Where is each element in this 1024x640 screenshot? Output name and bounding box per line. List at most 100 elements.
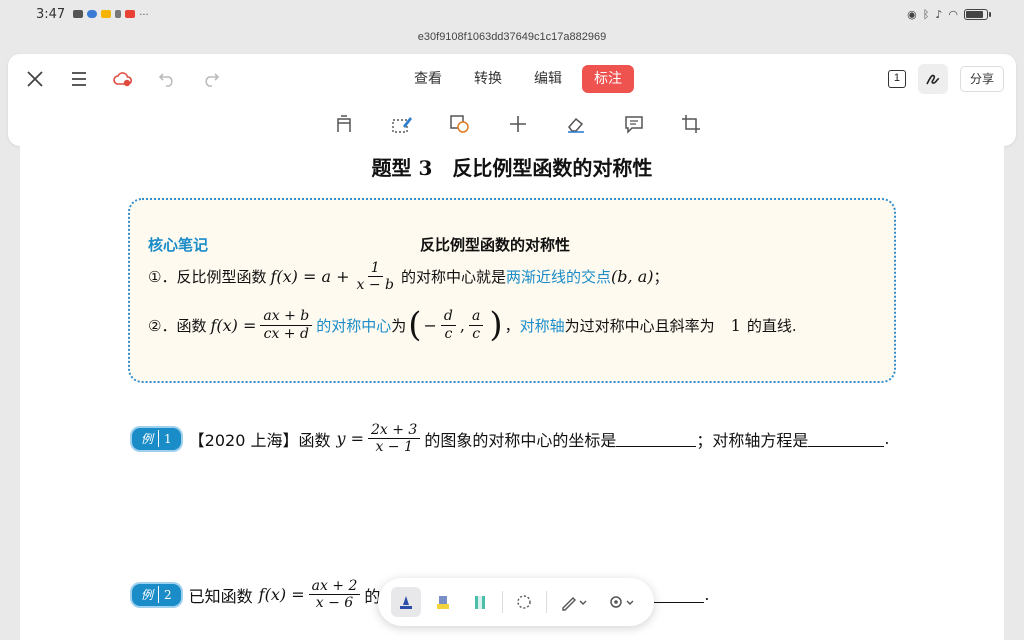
example-1-badge: 例 1 (132, 427, 181, 450)
item2-frac-num: ax + b (260, 308, 313, 326)
left-paren: ( (408, 305, 422, 345)
battery-icon (964, 8, 991, 20)
plus-icon (510, 116, 526, 132)
note-item-1: ①．反比例型函数 f(x) = a + 1 x − b 的对称中心就是 两渐近线… (148, 260, 668, 293)
clock: 3:47 (36, 6, 66, 22)
item2-comma: , (459, 315, 465, 335)
example-2-fraction: ax + 2 x − 6 (308, 578, 361, 612)
area-highlight-icon (392, 117, 412, 133)
example-2-frac-num: ax + 2 (308, 578, 361, 596)
item1-highlight: 两渐近线的交点 (506, 268, 612, 287)
eye-icon: ◉ (907, 7, 917, 21)
badge-number: 1 (164, 431, 172, 446)
add-tool[interactable] (503, 112, 533, 136)
file-name: e30f9108f1063dd37649c1c17a882969 (417, 31, 607, 43)
app-icon-2 (125, 10, 136, 18)
item2-minus: − (423, 315, 437, 335)
share-button[interactable]: 分享 (959, 66, 1004, 92)
shape-tool[interactable] (445, 112, 475, 136)
item1-prefix: ①．反比例型函数 (148, 268, 267, 287)
example-1-frac-den: x − 1 (375, 439, 413, 456)
item1-fraction: 1 x − b (354, 260, 398, 293)
highlighter-icon (437, 596, 450, 609)
tab-edit[interactable]: 编辑 (522, 65, 574, 93)
example-1: 例 1 【2020 上海】函数 y = 2x + 3 x − 1 的图象的对称中… (132, 422, 889, 455)
mode-tabs: 查看 转换 编辑 标注 (8, 65, 1016, 93)
item2-mid1: 为 (391, 316, 407, 335)
example-1-text2: ；对称轴方程是 (696, 430, 809, 450)
phone-icon (115, 10, 122, 18)
example-1-source: 【2020 上海】函数 (188, 430, 331, 450)
center-y-num: a (468, 308, 484, 326)
divider (501, 591, 503, 613)
document-page: 题型 3 反比例型函数的对称性 核心笔记 反比例型函数的对称性 ①．反比例型函数… (20, 146, 1004, 640)
item2-highlight-axis: 对称轴 (519, 316, 565, 335)
item1-fx: f(x) = a + (270, 267, 350, 287)
video-icon (73, 10, 84, 18)
example-1-fraction: 2x + 3 x − 1 (368, 422, 421, 456)
eraser-icon (568, 117, 584, 133)
item2-highlight-center: 的对称中心 (316, 316, 392, 335)
example-1-y: y = (336, 429, 364, 449)
center-x-fraction: d c (440, 308, 456, 342)
example-1-frac-num: 2x + 3 (368, 422, 421, 440)
mic-icon: ♪ (935, 7, 943, 21)
cloud-icon (87, 10, 98, 18)
answer-blank-2 (808, 431, 885, 447)
item1-point: (b, a) (611, 267, 654, 287)
bluetooth-icon: ᛒ (922, 7, 930, 21)
pen-tool[interactable] (391, 587, 422, 617)
badge-number: 2 (164, 587, 172, 602)
example-2-text: 已知函数 (188, 586, 253, 606)
item1-frac-den: x − b (356, 277, 395, 294)
example-2-end: . (704, 585, 710, 605)
note-label: 核心笔记 (148, 236, 209, 254)
example-2-frac-den: x − 6 (315, 595, 354, 612)
tab-view[interactable]: 查看 (402, 65, 454, 93)
settings-dropdown[interactable] (601, 587, 641, 617)
marker-tool[interactable] (465, 587, 495, 617)
example-2-fx: f(x) = (258, 585, 305, 605)
core-note-box: 核心笔记 反比例型函数的对称性 ①．反比例型函数 f(x) = a + 1 x … (128, 198, 896, 383)
example-1-text1: 的图象的对称中心的坐标是 (424, 430, 617, 450)
item2-fraction: ax + b cx + d (260, 308, 313, 342)
item2-fx: f(x) = (210, 315, 257, 335)
settings-icon (609, 596, 634, 608)
item2-sep: ， (504, 316, 520, 335)
crop-tool[interactable] (677, 112, 707, 136)
page-indicator[interactable]: 1 (887, 70, 906, 88)
pen-icon (400, 596, 413, 609)
center-y-fraction: a c (468, 308, 484, 342)
crop-icon (682, 115, 700, 133)
area-highlight-tool[interactable] (387, 112, 417, 136)
tab-annotate[interactable]: 标注 (582, 65, 634, 93)
tab-convert[interactable]: 转换 (462, 65, 514, 93)
eraser-tool[interactable] (561, 112, 591, 136)
handwriting-button[interactable] (917, 64, 948, 94)
badge-label: 例 (136, 586, 160, 604)
item2-frac-den: cx + d (263, 325, 309, 342)
system-icons: ◉ ᛒ ♪ ◠ (907, 7, 991, 21)
comment-tool[interactable] (619, 112, 649, 136)
annotation-tools (8, 112, 1016, 136)
app-icon (101, 10, 112, 18)
top-toolbar: 查看 转换 编辑 标注 1 分享 (8, 54, 1016, 146)
item1-end: ； (653, 268, 669, 287)
center-x-num: d (440, 308, 456, 326)
highlighter-tool[interactable] (428, 587, 458, 617)
comment-icon (625, 116, 643, 134)
example-1-end: . (884, 429, 890, 449)
answer-blank-1 (616, 431, 697, 447)
status-bar: 3:47 ··· ◉ ᛒ ♪ ◠ (0, 0, 1024, 28)
item1-frac-num: 1 (367, 260, 383, 278)
lasso-tool[interactable] (509, 587, 539, 617)
item2-prefix: ②．函数 (148, 316, 207, 335)
badge-label: 例 (136, 430, 160, 448)
handwriting-icon (926, 74, 940, 85)
pen-style-dropdown[interactable] (554, 587, 594, 617)
answer-blank-3 (650, 587, 705, 603)
notification-icons: ··· (73, 10, 149, 21)
wifi-icon: ◠ (948, 7, 958, 21)
text-select-tool[interactable] (329, 112, 359, 136)
item1-mid: 的对称中心就是 (401, 268, 507, 287)
